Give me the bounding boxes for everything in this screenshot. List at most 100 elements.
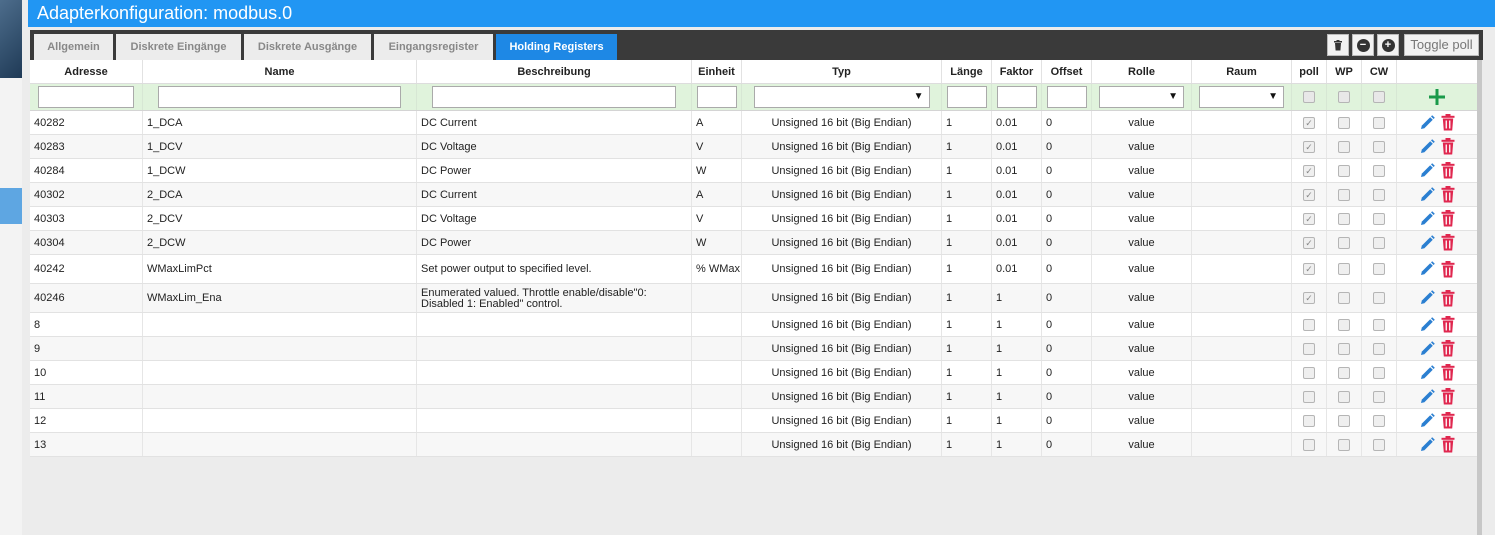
cell-rolle[interactable]: value bbox=[1092, 361, 1192, 384]
cell-beschreibung[interactable] bbox=[417, 385, 692, 408]
wp-checkbox[interactable] bbox=[1338, 390, 1350, 403]
cell-einheit[interactable] bbox=[692, 433, 742, 456]
trash-icon[interactable] bbox=[1441, 436, 1455, 453]
cw-checkbox[interactable] bbox=[1373, 438, 1385, 451]
column-header-adresse[interactable]: Adresse bbox=[30, 60, 143, 83]
filter-laenge-input[interactable] bbox=[946, 86, 987, 108]
pencil-icon[interactable] bbox=[1419, 412, 1435, 429]
tab-allgemein[interactable]: Allgemein bbox=[34, 34, 113, 60]
cell-faktor[interactable]: 0.01 bbox=[992, 135, 1042, 158]
table-row[interactable]: 9 Unsigned 16 bit (Big Endian) 1 1 0 value bbox=[30, 337, 1477, 361]
cell-name[interactable]: 1_DCW bbox=[143, 159, 417, 182]
filter-adresse-input[interactable] bbox=[38, 86, 134, 108]
cell-raum[interactable] bbox=[1192, 231, 1292, 254]
tab-holding-registers[interactable]: Holding Registers bbox=[496, 34, 617, 60]
trash-icon[interactable] bbox=[1441, 114, 1455, 131]
cell-laenge[interactable]: 1 bbox=[942, 409, 992, 432]
cell-raum[interactable] bbox=[1192, 159, 1292, 182]
cell-adresse[interactable]: 40284 bbox=[30, 159, 143, 182]
cell-offset[interactable]: 0 bbox=[1042, 385, 1092, 408]
pencil-icon[interactable] bbox=[1419, 364, 1435, 381]
cell-offset[interactable]: 0 bbox=[1042, 231, 1092, 254]
vertical-scrollbar[interactable] bbox=[1477, 60, 1482, 535]
cell-typ[interactable]: Unsigned 16 bit (Big Endian) bbox=[742, 313, 942, 336]
wp-checkbox[interactable] bbox=[1338, 188, 1350, 201]
wp-checkbox[interactable] bbox=[1338, 140, 1350, 153]
trash-icon[interactable] bbox=[1441, 162, 1455, 179]
filter-beschreibung-input[interactable] bbox=[432, 86, 676, 108]
delete-all-button[interactable] bbox=[1327, 34, 1349, 56]
cell-name[interactable]: 1_DCV bbox=[143, 135, 417, 158]
pencil-icon[interactable] bbox=[1419, 340, 1435, 357]
cell-offset[interactable]: 0 bbox=[1042, 207, 1092, 230]
cell-name[interactable]: WMaxLimPct bbox=[143, 255, 417, 283]
cell-einheit[interactable]: W bbox=[692, 231, 742, 254]
poll-checkbox[interactable] bbox=[1303, 390, 1315, 403]
cell-laenge[interactable]: 1 bbox=[942, 433, 992, 456]
cell-einheit[interactable]: A bbox=[692, 183, 742, 206]
cell-beschreibung[interactable]: Set power output to specified level. bbox=[417, 255, 692, 283]
poll-checkbox[interactable]: ✓ bbox=[1303, 263, 1315, 275]
cell-laenge[interactable]: 1 bbox=[942, 231, 992, 254]
wp-checkbox[interactable] bbox=[1338, 414, 1350, 427]
pencil-icon[interactable] bbox=[1419, 186, 1435, 203]
cell-rolle[interactable]: value bbox=[1092, 159, 1192, 182]
cell-name[interactable] bbox=[143, 313, 417, 336]
cell-einheit[interactable] bbox=[692, 284, 742, 312]
cell-adresse[interactable]: 40282 bbox=[30, 111, 143, 134]
wp-checkbox[interactable] bbox=[1338, 116, 1350, 129]
cell-rolle[interactable]: value bbox=[1092, 207, 1192, 230]
table-row[interactable]: 8 Unsigned 16 bit (Big Endian) 1 1 0 value bbox=[30, 313, 1477, 337]
poll-checkbox[interactable] bbox=[1303, 414, 1315, 427]
cell-beschreibung[interactable] bbox=[417, 337, 692, 360]
table-row[interactable]: 40242 WMaxLimPct Set power output to speci… bbox=[30, 255, 1477, 284]
poll-checkbox[interactable]: ✓ bbox=[1303, 116, 1315, 129]
cell-rolle[interactable]: value bbox=[1092, 231, 1192, 254]
filter-raum-select[interactable]: ▼ bbox=[1199, 86, 1284, 108]
cell-typ[interactable]: Unsigned 16 bit (Big Endian) bbox=[742, 135, 942, 158]
pencil-icon[interactable] bbox=[1419, 436, 1435, 453]
cell-rolle[interactable]: value bbox=[1092, 255, 1192, 283]
cell-raum[interactable] bbox=[1192, 255, 1292, 283]
cell-name[interactable] bbox=[143, 433, 417, 456]
cell-raum[interactable] bbox=[1192, 135, 1292, 158]
cell-einheit[interactable] bbox=[692, 385, 742, 408]
cw-checkbox[interactable] bbox=[1373, 318, 1385, 331]
cell-faktor[interactable]: 0.01 bbox=[992, 231, 1042, 254]
cw-checkbox[interactable] bbox=[1373, 342, 1385, 355]
cell-laenge[interactable]: 1 bbox=[942, 337, 992, 360]
cell-einheit[interactable]: W bbox=[692, 159, 742, 182]
cw-checkbox[interactable] bbox=[1373, 140, 1385, 153]
cell-laenge[interactable]: 1 bbox=[942, 183, 992, 206]
cw-checkbox[interactable] bbox=[1373, 212, 1385, 225]
trash-icon[interactable] bbox=[1441, 340, 1455, 357]
table-row[interactable]: 40303 2_DCV DC Voltage V Unsigned 16 bit (Bi… bbox=[30, 207, 1477, 231]
wp-checkbox[interactable] bbox=[1338, 164, 1350, 177]
cell-raum[interactable] bbox=[1192, 409, 1292, 432]
wp-checkbox[interactable] bbox=[1338, 212, 1350, 225]
cell-einheit[interactable] bbox=[692, 409, 742, 432]
column-header-laenge[interactable]: Länge bbox=[942, 60, 992, 83]
pencil-icon[interactable] bbox=[1419, 138, 1435, 155]
column-header-offset[interactable]: Offset bbox=[1042, 60, 1092, 83]
filter-cw-checkbox[interactable] bbox=[1373, 91, 1385, 103]
cell-einheit[interactable]: % WMax bbox=[692, 255, 742, 283]
cell-beschreibung[interactable]: DC Current bbox=[417, 183, 692, 206]
cw-checkbox[interactable] bbox=[1373, 164, 1385, 177]
cell-faktor[interactable]: 0.01 bbox=[992, 255, 1042, 283]
cell-typ[interactable]: Unsigned 16 bit (Big Endian) bbox=[742, 207, 942, 230]
trash-icon[interactable] bbox=[1441, 364, 1455, 381]
cell-rolle[interactable]: value bbox=[1092, 409, 1192, 432]
tab-diskrete-eingaenge[interactable]: Diskrete Eingänge bbox=[116, 34, 241, 60]
cell-typ[interactable]: Unsigned 16 bit (Big Endian) bbox=[742, 159, 942, 182]
poll-checkbox[interactable] bbox=[1303, 438, 1315, 451]
cell-einheit[interactable] bbox=[692, 313, 742, 336]
tab-eingangsregister[interactable]: Eingangsregister bbox=[374, 34, 493, 60]
cell-laenge[interactable]: 1 bbox=[942, 135, 992, 158]
cell-name[interactable] bbox=[143, 409, 417, 432]
cell-adresse[interactable]: 40283 bbox=[30, 135, 143, 158]
cell-typ[interactable]: Unsigned 16 bit (Big Endian) bbox=[742, 409, 942, 432]
trash-icon[interactable] bbox=[1441, 388, 1455, 405]
cell-laenge[interactable]: 1 bbox=[942, 313, 992, 336]
cell-typ[interactable]: Unsigned 16 bit (Big Endian) bbox=[742, 183, 942, 206]
